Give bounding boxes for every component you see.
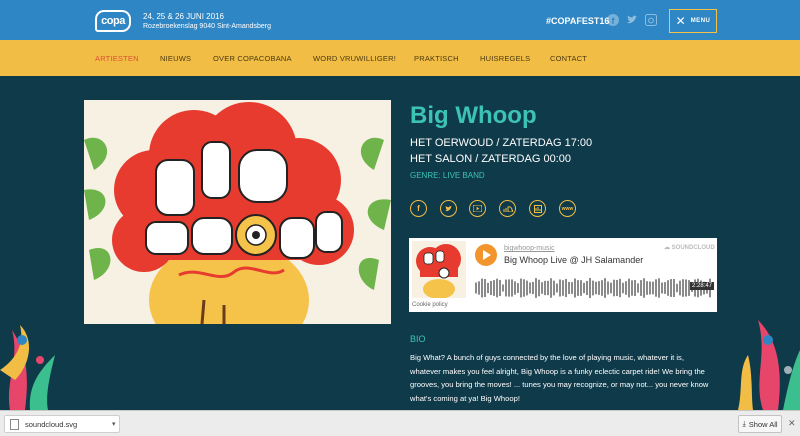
file-icon: [10, 419, 19, 430]
nav-item-over-copacobana[interactable]: OVER COPACOBANA: [213, 54, 292, 63]
top-bar: copa 24, 25 & 26 JUNI 2016 Rozebroekensl…: [0, 0, 800, 40]
close-icon: ✕: [675, 14, 686, 28]
soundcloud-icon[interactable]: [499, 200, 516, 217]
show-all-button[interactable]: ⤓ Show All: [738, 415, 782, 433]
artist-slot-1: HET OERWOUD / ZATERDAG 17:00: [410, 137, 593, 149]
youtube-icon[interactable]: [469, 200, 486, 217]
hashtag: #COPAFEST16: [546, 16, 610, 26]
artist-genre: GENRE: LIVE BAND: [410, 171, 485, 180]
event-dates: 24, 25 & 26 JUNI 2016: [143, 12, 224, 21]
download-filename: soundcloud.svg: [25, 420, 78, 429]
nav-item-artiesten[interactable]: ARTIESTEN: [95, 54, 139, 63]
event-address: Rozebroekenslag 9040 Sint-Amandsberg: [143, 23, 272, 30]
track-duration: 2:28:47: [690, 282, 715, 290]
facebook-icon[interactable]: f: [410, 200, 427, 217]
close-icon[interactable]: ✕: [788, 418, 796, 429]
chevron-down-icon[interactable]: ▾: [112, 420, 116, 428]
show-all-label: Show All: [748, 419, 778, 429]
facebook-icon[interactable]: f: [607, 14, 619, 26]
play-button[interactable]: [475, 244, 497, 266]
nav-item-contact[interactable]: CONTACT: [550, 54, 587, 63]
bandcamp-icon[interactable]: [529, 200, 546, 217]
copa-logo[interactable]: copa: [95, 10, 131, 32]
nav-item-huisregels[interactable]: HUISREGELS: [480, 54, 530, 63]
nav-item-nieuws[interactable]: NIEUWS: [160, 54, 191, 63]
coral-decoration-right: [738, 320, 800, 410]
menu-label: MENU: [690, 18, 711, 24]
download-bar: soundcloud.svg ▾ ⤓ Show All ✕: [0, 410, 800, 436]
coral-decoration-left: [0, 325, 55, 410]
bio-heading: BIO: [410, 334, 426, 344]
twitter-icon[interactable]: [626, 14, 638, 26]
download-icon: ⤓: [742, 419, 746, 428]
main-nav: ARTIESTEN NIEUWS OVER COPACOBANA WORD VR…: [0, 40, 800, 76]
nav-item-praktisch[interactable]: PRAKTISCH: [414, 54, 459, 63]
track-title[interactable]: Big Whoop Live @ JH Salamander: [504, 255, 643, 265]
track-artwork[interactable]: [412, 241, 466, 298]
artist-name: Big Whoop: [410, 102, 537, 129]
instagram-icon[interactable]: [645, 14, 657, 26]
big-whoop-illustration: [84, 100, 391, 324]
soundcloud-brand[interactable]: ☁ SOUNDCLOUD: [664, 244, 715, 251]
cookie-policy-link[interactable]: Cookie policy: [412, 302, 448, 308]
waveform[interactable]: [475, 274, 713, 298]
website-icon[interactable]: www: [559, 200, 576, 217]
soundcloud-widget: bigwhoop-music Big Whoop Live @ JH Salam…: [409, 238, 717, 312]
nav-item-word-vrijwilliger[interactable]: WORD VRUWILLIGER!: [313, 54, 396, 63]
soundcloud-brand-label: SOUNDCLOUD: [671, 245, 715, 251]
track-user[interactable]: bigwhoop-music: [504, 245, 555, 252]
artist-slot-2: HET SALON / ZATERDAG 00:00: [410, 153, 571, 165]
download-item[interactable]: soundcloud.svg ▾: [4, 415, 120, 433]
twitter-icon[interactable]: [440, 200, 457, 217]
menu-button[interactable]: ✕ MENU: [669, 9, 717, 33]
artist-image: [84, 100, 391, 324]
bio-text: Big What? A bunch of guys connected by t…: [410, 353, 709, 403]
